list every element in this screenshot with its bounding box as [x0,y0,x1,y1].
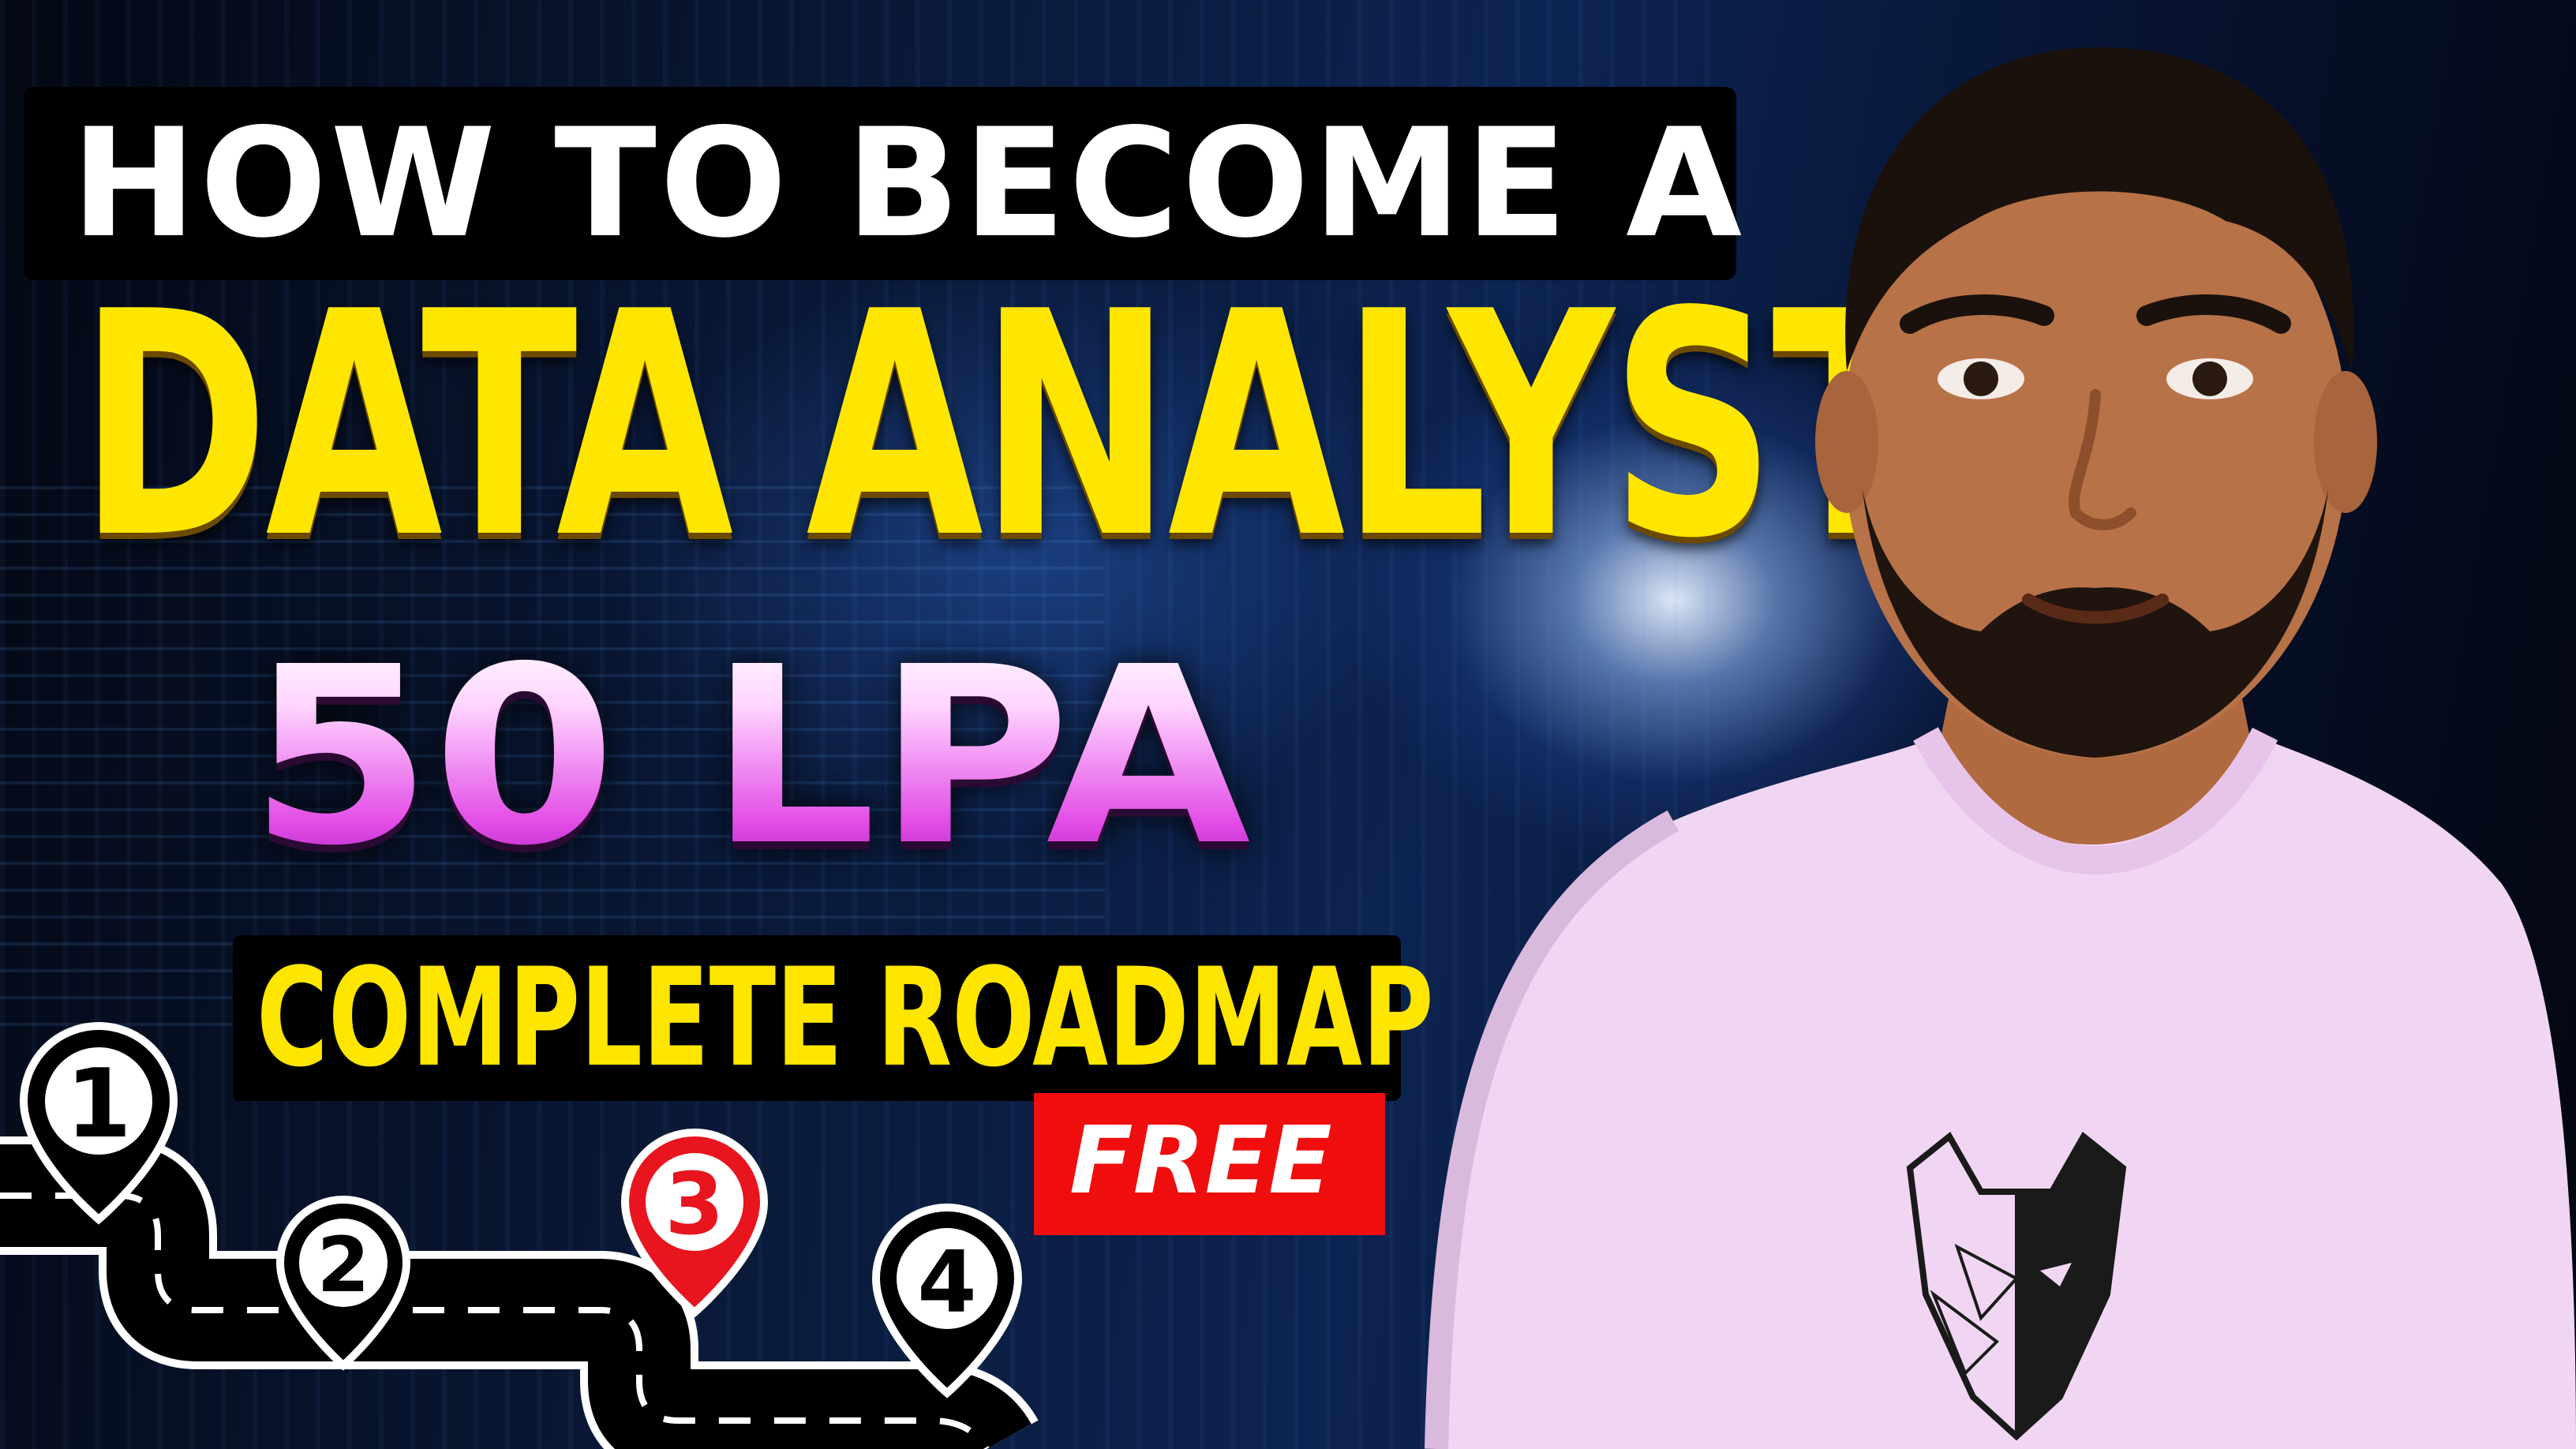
road-icon: 1 2 3 4 [0,1021,1039,1449]
road-marker-4: 4 [917,1234,976,1332]
presenter-photo [1425,47,2576,1449]
road-marker-2: 2 [317,1221,370,1309]
free-badge-label: FREE [1069,1106,1332,1215]
headline-line2: DATA ANALYST [79,246,1928,606]
road-marker-3: 3 [665,1155,724,1254]
road-marker-1: 1 [66,1050,132,1159]
headline-line3: 50 LPA [249,615,1251,900]
